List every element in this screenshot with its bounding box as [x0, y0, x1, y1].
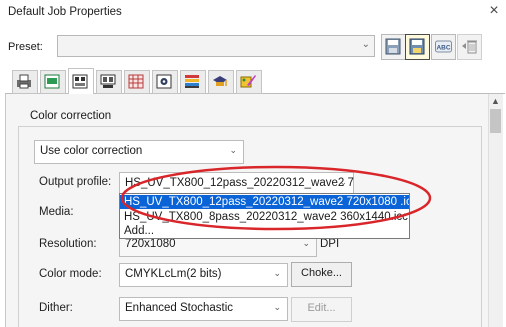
- settings-icon: [156, 74, 172, 89]
- media-icon: [44, 74, 60, 89]
- media-label: Media:: [39, 206, 74, 218]
- close-button[interactable]: ×: [485, 2, 503, 20]
- scrollbar-thumb[interactable]: [490, 109, 501, 133]
- tab-settings[interactable]: [152, 70, 178, 94]
- tab-layers[interactable]: [180, 70, 206, 94]
- tab-media[interactable]: [40, 70, 66, 94]
- output-profile-label: Output profile:: [39, 176, 112, 188]
- chevron-down-icon: ⌄: [339, 177, 347, 187]
- preset-dropdown[interactable]: ⌄: [57, 35, 375, 57]
- color-correction-mode-value: Use color correction: [40, 145, 143, 157]
- resolution-unit: DPI: [320, 238, 340, 250]
- chevron-down-icon: ⌄: [302, 238, 310, 248]
- color-correction-mode-dropdown[interactable]: Use color correction ⌄: [34, 140, 244, 164]
- resolution-label: Resolution:: [39, 238, 97, 250]
- delete-icon: [462, 40, 477, 54]
- profile-option[interactable]: HS_UV_TX800_12pass_20220312_wave2 720x10…: [120, 195, 409, 209]
- save-as-icon: [409, 38, 425, 55]
- rename-preset-button[interactable]: ABC: [431, 34, 456, 60]
- tab-paint[interactable]: [236, 70, 262, 94]
- edit-dither-button[interactable]: Edit...: [291, 297, 352, 322]
- save-preset-button[interactable]: [381, 34, 406, 60]
- dither-value: Enhanced Stochastic: [125, 302, 234, 314]
- delete-preset-button[interactable]: [457, 34, 482, 60]
- tab-color[interactable]: [68, 68, 94, 96]
- dither-label: Dither:: [39, 302, 73, 314]
- chevron-down-icon: ⌄: [361, 39, 370, 50]
- output-profile-list: HS_UV_TX800_12pass_20220312_wave2 720x10…: [119, 193, 410, 239]
- rename-icon: ABC: [435, 40, 452, 53]
- tab-finishing[interactable]: [208, 70, 234, 94]
- color-mode-dropdown[interactable]: CMYKLcLm(2 bits) ⌄: [119, 263, 288, 287]
- grid-icon: [128, 74, 144, 89]
- scroll-up-icon[interactable]: ▲: [491, 96, 500, 106]
- preset-label: Preset:: [8, 41, 43, 53]
- tab-layout[interactable]: [96, 70, 122, 94]
- rename-icon-text: ABC: [436, 45, 450, 52]
- tab-grid[interactable]: [124, 70, 150, 94]
- chevron-down-icon: ⌄: [229, 145, 237, 155]
- save-as-preset-button[interactable]: [405, 34, 430, 60]
- layout-icon: [100, 74, 116, 88]
- profile-option[interactable]: HS_UV_TX800_8pass_20220312_wave2 360x144…: [120, 210, 409, 224]
- resolution-value: 720x1080: [125, 238, 176, 250]
- layers-icon: [185, 75, 199, 88]
- finishing-icon: [213, 76, 227, 86]
- color-mode-value: CMYKLcLm(2 bits): [125, 268, 222, 280]
- color-mode-label: Color mode:: [39, 268, 102, 280]
- chevron-down-icon: ⌄: [273, 302, 281, 312]
- window-title: Default Job Properties: [8, 6, 122, 18]
- group-title: Color correction: [30, 110, 112, 122]
- tab-printer[interactable]: [12, 70, 38, 94]
- paint-icon: [240, 75, 256, 88]
- color-icon: [72, 74, 88, 89]
- dither-dropdown[interactable]: Enhanced Stochastic ⌄: [119, 297, 288, 321]
- profile-option[interactable]: Add...: [120, 224, 409, 238]
- output-profile-value: HS_UV_TX800_12pass_20220312_wave2 7: [125, 177, 354, 189]
- save-icon: [385, 38, 401, 55]
- printer-icon: [17, 74, 31, 89]
- chevron-down-icon: ⌄: [273, 268, 281, 278]
- choke-button[interactable]: Choke...: [291, 262, 352, 287]
